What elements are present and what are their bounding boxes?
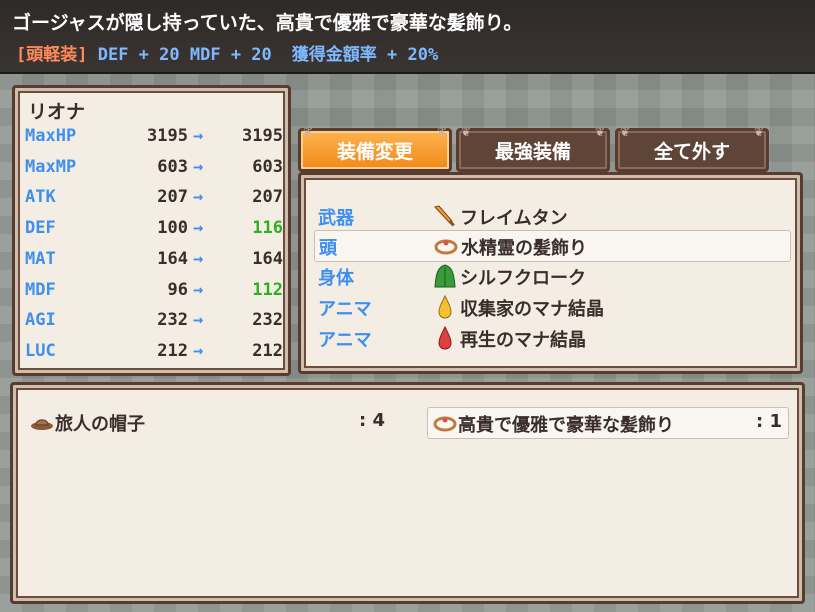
arrow-icon: → xyxy=(193,218,204,239)
stat-row-maxhp: MaxHP 3195 → 3195 xyxy=(25,126,283,156)
help-params: [頭軽装] DEF + 20 MDF + 20 獲得金額率 + 20% xyxy=(16,40,438,65)
slot-item-name: シルフクローク xyxy=(460,268,586,289)
slot-type: アニマ xyxy=(318,330,372,351)
item-entry[interactable]: 旅人の帽子 : 4 xyxy=(25,407,385,437)
slot-type: 武器 xyxy=(318,208,354,229)
item-entry-selected[interactable]: 高貴で優雅で豪華な髪飾り : 1 xyxy=(427,407,789,439)
slot-item-name: 収集家のマナ結晶 xyxy=(460,299,604,320)
arrow-icon: → xyxy=(193,156,204,177)
stat-row-mat: MAT 164 → 164 xyxy=(25,249,283,279)
hair-ornament-icon xyxy=(433,416,457,432)
stat-current: 603 xyxy=(157,156,188,177)
stat-new: 603 xyxy=(252,156,283,177)
stat-row-luc: LUC 212 → 212 xyxy=(25,341,283,371)
stat-new: 3195 xyxy=(242,126,283,146)
help-gold-bonus: 獲得金額率 + 20% xyxy=(291,45,439,65)
equip-change-button[interactable]: ❦ 装備変更 ❦ xyxy=(298,125,452,172)
stat-current: 3195 xyxy=(147,126,188,146)
stat-label: MaxHP xyxy=(25,126,77,146)
arrow-icon: → xyxy=(193,187,204,208)
help-window: ゴージャスが隠し持っていた、高貴で優雅で豪華な髪飾り。 [頭軽装] DEF + … xyxy=(0,0,815,74)
help-category: [頭軽装] xyxy=(16,45,88,65)
stat-row-def: DEF 100 → 116 xyxy=(25,218,283,248)
slot-item-name: 水精霊の髪飾り xyxy=(461,238,587,259)
status-window: リオナ MaxHP 3195 → 3195 MaxMP 603 → 603 ATK 207 → 207… xyxy=(12,85,291,376)
stat-current: 96 xyxy=(167,279,188,300)
red-crystal-icon xyxy=(438,325,452,350)
equip-slot-window: 武器 フレイムタン 頭 水精霊の髪飾り 身体 シルフクローク アニマ 収集家のマ… xyxy=(298,172,803,374)
stat-new: 164 xyxy=(252,248,283,269)
ornament-icon: ❦ xyxy=(461,125,472,139)
slot-type: アニマ xyxy=(318,299,372,320)
slot-type: 頭 xyxy=(319,238,337,259)
arrow-icon: → xyxy=(193,279,204,300)
yellow-crystal-icon xyxy=(438,294,452,319)
clear-all-label: 全て外す xyxy=(653,140,730,163)
ornament-icon: ❦ xyxy=(436,125,447,139)
item-count: : 1 xyxy=(756,411,782,432)
stat-row-mdf: MDF 96 → 112 xyxy=(25,280,283,310)
item-list-window: 旅人の帽子 : 4 高貴で優雅で豪華な髪飾り : 1 xyxy=(10,382,805,604)
stat-current: 100 xyxy=(157,218,188,239)
stat-current: 212 xyxy=(157,340,188,361)
optimize-button[interactable]: ❦ 最強装備 ❦ xyxy=(456,125,610,172)
slot-item-name: 再生のマナ結晶 xyxy=(460,330,586,351)
ornament-icon: ❦ xyxy=(303,125,314,139)
ornament-icon: ❦ xyxy=(594,125,605,139)
stat-new: 212 xyxy=(252,340,283,361)
stat-label: DEF xyxy=(25,218,56,239)
stat-new: 112 xyxy=(252,279,283,300)
arrow-icon: → xyxy=(193,248,204,269)
sword-icon xyxy=(434,205,455,227)
stat-label: LUC xyxy=(25,340,56,361)
stat-row-atk: ATK 207 → 207 xyxy=(25,187,283,217)
help-description: ゴージャスが隠し持っていた、高貴で優雅で豪華な髪飾り。 xyxy=(12,12,523,34)
equip-change-label: 装備変更 xyxy=(336,140,413,163)
stat-row-agi: AGI 232 → 232 xyxy=(25,310,283,340)
item-name: 旅人の帽子 xyxy=(55,414,145,435)
clear-all-button[interactable]: ❦ 全て外す ❦ xyxy=(615,125,769,172)
arrow-icon: → xyxy=(193,310,204,331)
optimize-label: 最強装備 xyxy=(494,140,571,163)
slot-type: 身体 xyxy=(318,268,354,289)
stat-current: 164 xyxy=(157,248,188,269)
hat-icon xyxy=(31,419,53,430)
slot-weapon[interactable]: 武器 フレイムタン xyxy=(314,201,789,231)
slot-anima-2[interactable]: アニマ 再生のマナ結晶 xyxy=(314,323,789,353)
slot-head[interactable]: 頭 水精霊の髪飾り xyxy=(314,230,791,262)
stat-label: AGI xyxy=(25,310,56,331)
hair-ornament-icon xyxy=(434,239,458,255)
slot-body[interactable]: 身体 シルフクローク xyxy=(314,261,789,291)
stat-row-maxmp: MaxMP 603 → 603 xyxy=(25,157,283,187)
ornament-icon: ❦ xyxy=(753,125,764,139)
slot-item-name: フレイムタン xyxy=(460,208,568,229)
arrow-icon: → xyxy=(193,340,204,361)
stat-new: 207 xyxy=(252,187,283,208)
item-count: : 4 xyxy=(359,410,385,431)
stat-current: 207 xyxy=(157,187,188,208)
stat-label: MDF xyxy=(25,279,56,300)
stat-label: MaxMP xyxy=(25,156,77,177)
stat-new: 232 xyxy=(252,310,283,331)
actor-name: リオナ xyxy=(28,101,86,123)
slot-anima-1[interactable]: アニマ 収集家のマナ結晶 xyxy=(314,292,789,322)
help-mdf-bonus: MDF + 20 xyxy=(189,45,272,65)
stat-label: MAT xyxy=(25,248,56,269)
stat-new: 116 xyxy=(252,218,283,239)
green-cloak-icon xyxy=(434,264,456,288)
ornament-icon: ❦ xyxy=(620,125,631,139)
help-def-bonus: DEF + 20 xyxy=(97,45,180,65)
stat-label: ATK xyxy=(25,187,56,208)
item-name: 高貴で優雅で豪華な髪飾り xyxy=(458,415,674,436)
arrow-icon: → xyxy=(193,126,204,146)
stat-current: 232 xyxy=(157,310,188,331)
